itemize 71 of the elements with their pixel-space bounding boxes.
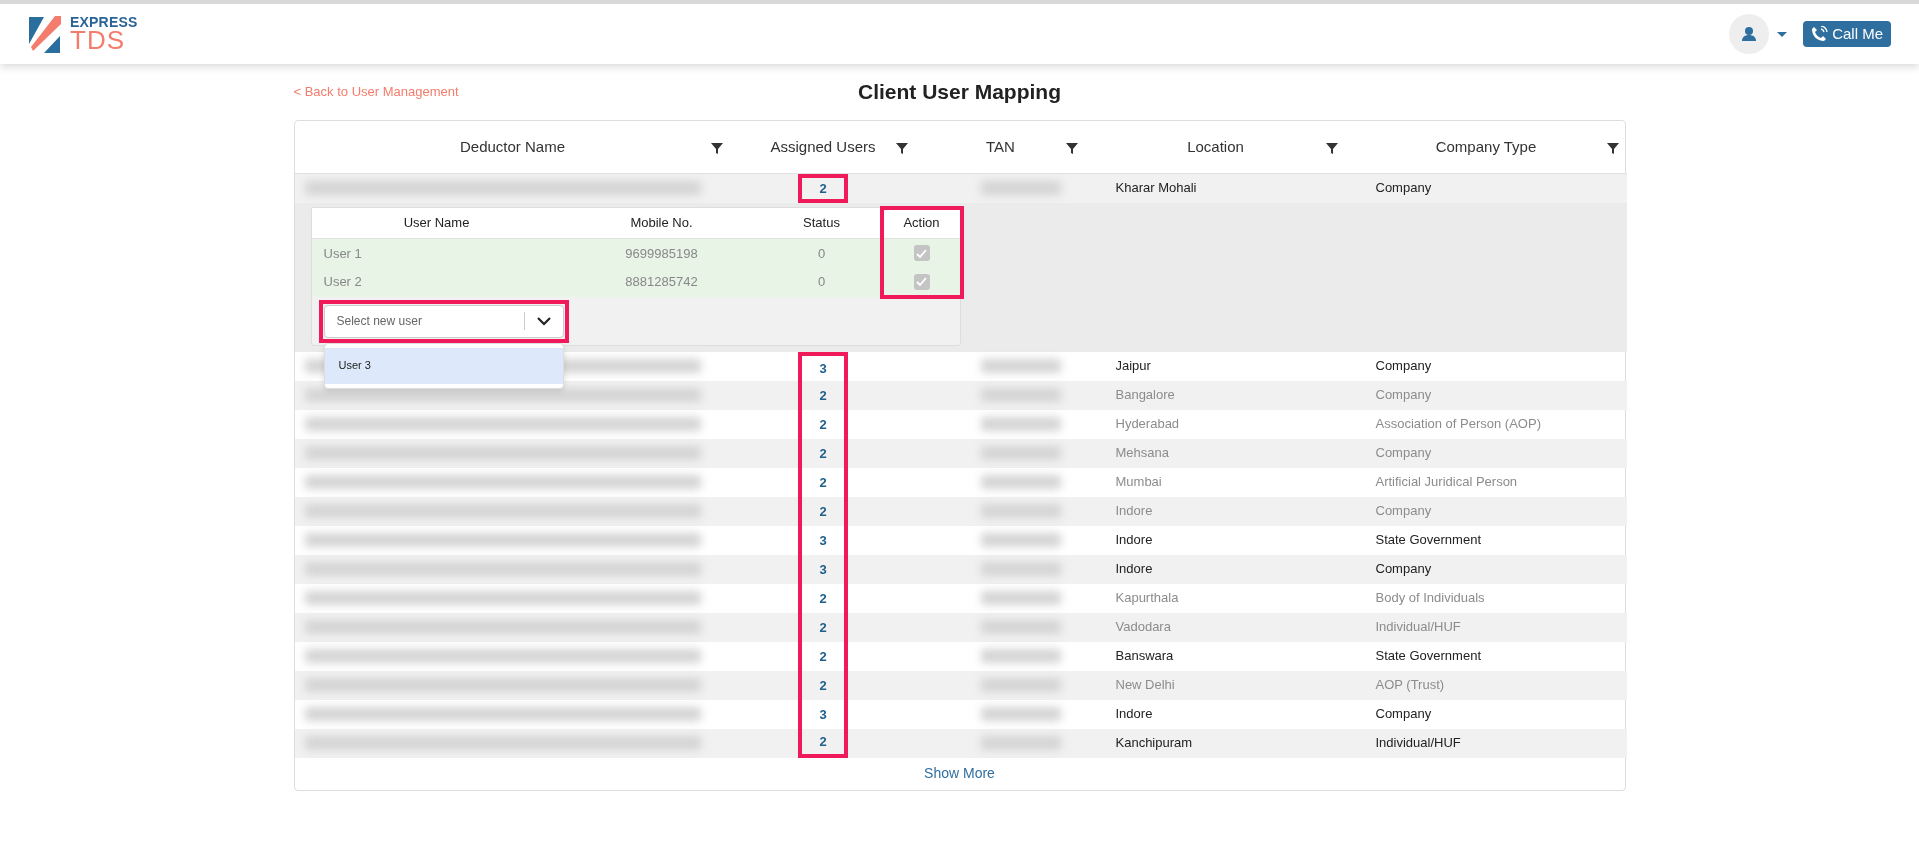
header-label: Assigned Users	[770, 137, 876, 155]
user-count-link[interactable]: 2	[798, 612, 848, 642]
column-header: User Name	[311, 207, 562, 239]
page-title: Client User Mapping	[858, 79, 1061, 106]
logo-icon	[28, 14, 62, 54]
table-cell: State Government	[1345, 641, 1627, 671]
logo-text: TDS	[70, 29, 125, 53]
table-cell: Company	[1345, 173, 1627, 203]
table-cell: Indore	[1085, 699, 1346, 729]
table-cell: 0	[761, 238, 882, 268]
table-cell: Company	[1345, 380, 1627, 410]
chevron-down-icon[interactable]	[536, 316, 551, 326]
table-cell: AOP (Trust)	[1345, 670, 1627, 700]
logo-text: EXPRESS	[70, 15, 138, 30]
table-cell: 8881285742	[561, 267, 762, 297]
filter-icon[interactable]	[895, 143, 908, 154]
table-cell: Body of Individuals	[1345, 583, 1627, 613]
call-button[interactable]: Call Me	[1803, 20, 1891, 48]
check-icon	[916, 277, 927, 287]
filter-icon[interactable]	[1065, 143, 1078, 154]
table-cell: Company	[1345, 438, 1627, 468]
table-cell: Artificial Juridical Person	[1345, 467, 1627, 497]
table-cell: Vadodara	[1085, 612, 1346, 642]
table-cell: Jaipur	[1085, 351, 1346, 381]
table-cell: New Delhi	[1085, 670, 1346, 700]
table-cell: Company	[1345, 554, 1627, 584]
table-cell: Kapurthala	[1085, 583, 1346, 613]
phone-icon	[1811, 25, 1829, 43]
user-count-link[interactable]: 2	[798, 728, 848, 758]
table-cell: Individual/HUF	[1345, 612, 1627, 642]
table-cell: State Government	[1345, 525, 1627, 555]
table-cell: User 1	[311, 238, 562, 268]
filter-icon[interactable]	[710, 143, 723, 154]
show-more-link[interactable]: Show More	[924, 764, 995, 781]
table-cell: Company	[1345, 496, 1627, 526]
table-cell: 0	[761, 267, 882, 297]
header-label: Deductor Name	[459, 137, 565, 155]
table-cell: Kharar Mohali	[1085, 173, 1346, 203]
column-header: Status	[761, 207, 882, 239]
table-cell: Association of Person (AOP)	[1345, 409, 1627, 439]
table-cell: Hyderabad	[1085, 409, 1346, 439]
user-count-link[interactable]: 3	[798, 554, 848, 584]
user-count-link[interactable]: 2	[798, 496, 848, 526]
table-cell: Mumbai	[1085, 467, 1346, 497]
header-label: Company Type	[1435, 137, 1537, 155]
table-cell: Indore	[1085, 554, 1346, 584]
table-cell: Individual/HUF	[1345, 728, 1627, 758]
select-field[interactable]: Select new user	[323, 304, 564, 338]
table-cell: 9699985198	[561, 238, 762, 268]
table-cell: Banswara	[1085, 641, 1346, 671]
caret-icon[interactable]	[1777, 31, 1788, 37]
dropdown-option[interactable]: User 3	[324, 347, 563, 384]
filter-icon[interactable]	[1325, 143, 1338, 154]
table-cell: Indore	[1085, 496, 1346, 526]
header-label: TAN	[986, 137, 1015, 155]
table-cell: Kanchipuram	[1085, 728, 1346, 758]
user-avatar[interactable]	[1729, 14, 1770, 54]
column-header: Mobile No.	[561, 207, 762, 239]
user-icon	[1741, 26, 1758, 42]
filter-icon[interactable]	[1606, 143, 1619, 154]
table-cell: Mehsana	[1085, 438, 1346, 468]
user-count-link[interactable]: 2	[798, 438, 848, 468]
table-cell: Bangalore	[1085, 380, 1346, 410]
user-count-link[interactable]: 2	[798, 173, 848, 203]
table-cell: User 2	[311, 267, 562, 297]
header-label: Location	[1187, 137, 1244, 155]
table-cell: Company	[1345, 351, 1627, 381]
user-count-link[interactable]: 2	[798, 670, 848, 700]
user-count-link[interactable]: 2	[798, 380, 848, 410]
table-cell: Company	[1345, 699, 1627, 729]
table-cell: Indore	[1085, 525, 1346, 555]
